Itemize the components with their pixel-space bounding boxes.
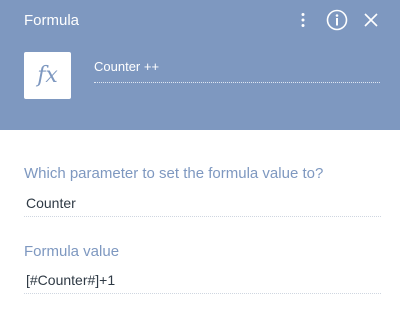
header-actions: [292, 8, 382, 32]
formula-value-label: Formula value: [24, 243, 120, 260]
panel-title: Formula: [24, 12, 80, 29]
element-name-value: Counter ++: [94, 59, 160, 74]
element-name-field[interactable]: Counter ++: [94, 58, 380, 83]
formula-panel: Formula fx Counter ++ Which parameter to…: [0, 0, 400, 325]
info-icon[interactable]: [326, 9, 348, 31]
parameter-field[interactable]: Counter: [24, 194, 381, 217]
panel-header: Formula fx Counter ++: [0, 0, 400, 130]
more-vertical-icon[interactable]: [292, 9, 314, 31]
formula-value-field[interactable]: [#Counter#]+1: [24, 271, 381, 294]
fx-icon: fx: [24, 52, 71, 99]
fx-icon-glyph: fx: [37, 63, 58, 88]
close-icon[interactable]: [360, 9, 382, 31]
parameter-field-label: Which parameter to set the formula value…: [24, 165, 324, 182]
